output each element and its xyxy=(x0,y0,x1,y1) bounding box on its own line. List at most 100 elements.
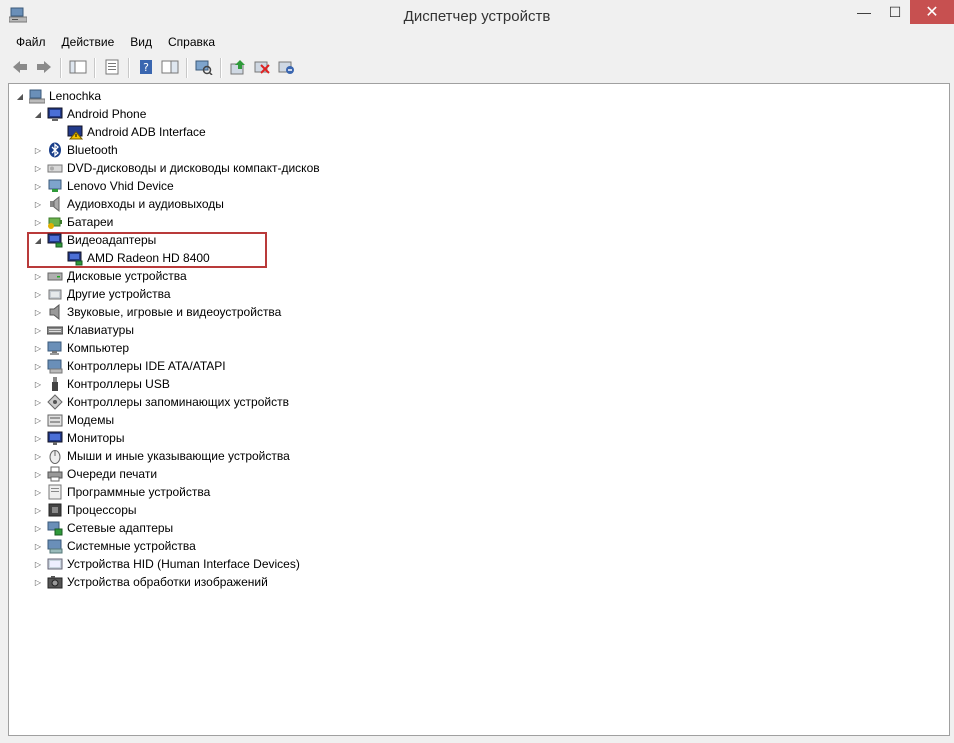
collapsed-arrow-icon[interactable]: ▷ xyxy=(33,415,43,425)
expanded-arrow-icon[interactable]: ◢ xyxy=(33,109,43,119)
tree-node[interactable]: ▷ Сетевые адаптеры xyxy=(33,519,173,537)
tree-node[interactable]: ▷ Батареи xyxy=(33,213,113,231)
tree-node[interactable]: ▷ Bluetooth xyxy=(33,141,118,159)
expanded-arrow-icon[interactable]: ◢ xyxy=(33,235,43,245)
collapsed-arrow-icon[interactable]: ▷ xyxy=(33,541,43,551)
menu-file[interactable]: Файл xyxy=(8,33,54,52)
tree-node[interactable]: ▷ Контроллеры USB xyxy=(33,375,170,393)
tree-node-label: Аудиовходы и аудиовыходы xyxy=(67,197,224,211)
tree-node-label: Компьютер xyxy=(67,341,130,355)
tree-node[interactable]: Android ADB Interface xyxy=(53,123,206,141)
tree-node-label: Устройства обработки изображений xyxy=(67,575,268,589)
uninstall-device-button[interactable] xyxy=(275,57,297,79)
collapsed-arrow-icon[interactable]: ▷ xyxy=(33,361,43,371)
tree-node[interactable]: ▷ Процессоры xyxy=(33,501,137,519)
tree-node-label: Мыши и иные указывающие устройства xyxy=(67,449,290,463)
modem-icon xyxy=(47,412,63,428)
collapsed-arrow-icon[interactable]: ▷ xyxy=(33,343,43,353)
title-bar[interactable]: Диспетчер устройств — ☐ ✕ xyxy=(0,0,954,33)
speaker-icon xyxy=(47,195,63,213)
back-arrow-icon xyxy=(11,59,29,78)
tree-node[interactable]: ◢ Lenochka xyxy=(15,87,101,105)
back-arrow-button[interactable] xyxy=(9,57,31,79)
tree-node-label: AMD Radeon HD 8400 xyxy=(87,251,210,265)
action-pane-button[interactable] xyxy=(159,57,181,79)
keyboard-icon xyxy=(46,322,64,338)
tree-node[interactable]: ▷ Компьютер xyxy=(33,339,129,357)
tree-node[interactable]: ▷ Другие устройства xyxy=(33,285,171,303)
scan-hardware-button[interactable] xyxy=(193,57,215,79)
collapsed-arrow-icon[interactable]: ▷ xyxy=(33,325,43,335)
tree-node[interactable]: ◢ Видеоадаптеры xyxy=(33,231,156,249)
collapsed-arrow-icon[interactable]: ▷ xyxy=(33,145,43,155)
tree-node[interactable]: ▷ Контроллеры запоминающих устройств xyxy=(33,393,289,411)
svg-text:?: ? xyxy=(143,61,149,74)
show-hide-tree-button[interactable] xyxy=(67,57,89,79)
collapsed-arrow-icon[interactable]: ▷ xyxy=(33,181,43,191)
collapsed-arrow-icon[interactable]: ▷ xyxy=(33,487,43,497)
collapsed-arrow-icon[interactable]: ▷ xyxy=(33,433,43,443)
device-tree[interactable]: ◢ Lenochka ◢ Android Phone Android ADB Inter… xyxy=(8,83,950,736)
disable-device-button[interactable] xyxy=(251,57,273,79)
minimize-button[interactable]: — xyxy=(848,0,880,24)
tree-node-label: Контроллеры USB xyxy=(67,377,170,391)
toolbar: ? xyxy=(8,55,946,81)
tree-node[interactable]: ▷ Звуковые, игровые и видеоустройства xyxy=(33,303,281,321)
tree-node[interactable]: ▷ DVD-дисководы и дисководы компакт-диско… xyxy=(33,159,320,177)
tree-node[interactable]: ▷ Дисковые устройства xyxy=(33,267,187,285)
tree-node[interactable]: ▷ Устройства HID (Human Interface Devices… xyxy=(33,555,300,573)
vhid-device-icon xyxy=(47,178,63,194)
tree-node[interactable]: AMD Radeon HD 8400 xyxy=(53,249,210,267)
tree-node[interactable]: ▷ Контроллеры IDE ATA/ATAPI xyxy=(33,357,226,375)
tree-node-label: Bluetooth xyxy=(67,143,118,157)
collapsed-arrow-icon[interactable]: ▷ xyxy=(33,505,43,515)
menu-help[interactable]: Справка xyxy=(160,33,223,52)
software-device-icon xyxy=(47,484,63,500)
tree-node[interactable]: ▷ Мыши и иные указывающие устройства xyxy=(33,447,290,465)
collapsed-arrow-icon[interactable]: ▷ xyxy=(33,379,43,389)
collapsed-arrow-icon[interactable]: ▷ xyxy=(33,577,43,587)
expanded-arrow-icon[interactable]: ◢ xyxy=(15,91,25,101)
update-driver-button[interactable] xyxy=(227,57,249,79)
help-button[interactable]: ? xyxy=(135,57,157,79)
maximize-button[interactable]: ☐ xyxy=(880,0,910,24)
collapsed-arrow-icon[interactable]: ▷ xyxy=(33,397,43,407)
tree-node[interactable]: ▷ Системные устройства xyxy=(33,537,196,555)
tree-node[interactable]: ▷ Аудиовходы и аудиовыходы xyxy=(33,195,224,213)
tree-node-label: Контроллеры запоминающих устройств xyxy=(67,395,289,409)
tree-node[interactable]: ▷ Устройства обработки изображений xyxy=(33,573,268,591)
menu-view[interactable]: Вид xyxy=(122,33,160,52)
collapsed-arrow-icon[interactable]: ▷ xyxy=(33,469,43,479)
collapsed-arrow-icon[interactable]: ▷ xyxy=(33,307,43,317)
collapsed-arrow-icon[interactable]: ▷ xyxy=(33,451,43,461)
tree-node-label: Контроллеры IDE ATA/ATAPI xyxy=(67,359,226,373)
tree-node-label: Звуковые, игровые и видеоустройства xyxy=(67,305,282,319)
collapsed-arrow-icon[interactable]: ▷ xyxy=(33,163,43,173)
tree-node[interactable]: ▷ Модемы xyxy=(33,411,114,429)
collapsed-arrow-icon[interactable]: ▷ xyxy=(33,523,43,533)
ide-controller-icon xyxy=(47,358,63,374)
toolbar-separator xyxy=(186,58,188,78)
collapsed-arrow-icon[interactable]: ▷ xyxy=(33,271,43,281)
tree-node[interactable]: ◢ Android Phone xyxy=(33,105,146,123)
close-button[interactable]: ✕ xyxy=(910,0,954,24)
toolbar-separator xyxy=(94,58,96,78)
menu-action[interactable]: Действие xyxy=(54,33,123,52)
tree-node[interactable]: ▷ Клавиатуры xyxy=(33,321,134,339)
disk-drive-icon xyxy=(47,268,63,284)
tree-node[interactable]: ▷ Программные устройства xyxy=(33,483,210,501)
tree-node[interactable]: ▷ Очереди печати xyxy=(33,465,157,483)
properties-button[interactable] xyxy=(101,57,123,79)
processor-icon xyxy=(47,502,63,518)
tree-node[interactable]: ▷ Lenovo Vhid Device xyxy=(33,177,174,195)
collapsed-arrow-icon[interactable]: ▷ xyxy=(33,199,43,209)
collapsed-arrow-icon[interactable]: ▷ xyxy=(33,289,43,299)
collapsed-arrow-icon[interactable]: ▷ xyxy=(33,559,43,569)
forward-arrow-icon xyxy=(35,59,53,78)
display-adapter-icon xyxy=(47,232,63,248)
update-driver-icon xyxy=(229,59,247,78)
collapsed-arrow-icon[interactable]: ▷ xyxy=(33,217,43,227)
monitor-icon xyxy=(47,430,63,446)
tree-node[interactable]: ▷ Мониторы xyxy=(33,429,124,447)
forward-arrow-button[interactable] xyxy=(33,57,55,79)
